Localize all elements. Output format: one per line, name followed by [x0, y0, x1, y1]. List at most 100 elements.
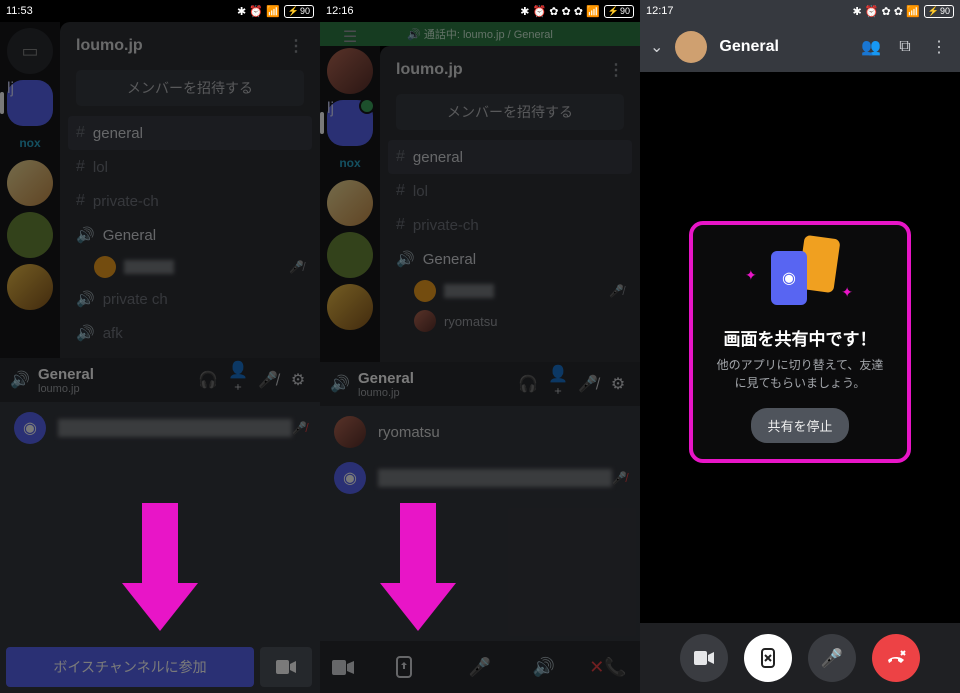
menu-icon[interactable]: ☰	[320, 22, 380, 52]
voice-server-name: loumo.jp	[358, 387, 414, 399]
channel-private[interactable]: #private-ch	[60, 184, 320, 218]
clock: 11:53	[6, 5, 33, 17]
member-row-ryomatsu[interactable]: ryomatsu	[334, 416, 626, 448]
bottom-bar: ボイスチャンネルに参加	[0, 641, 320, 693]
add-user-icon[interactable]: 👤⁺	[544, 364, 572, 404]
status-right: ✱ ⏰ 📶 ⚡90	[237, 5, 314, 18]
pip-icon[interactable]: ⧉	[894, 38, 916, 56]
members-icon[interactable]: 👥	[860, 37, 882, 57]
call-controls: 🎤	[640, 623, 960, 693]
server-avatar-1[interactable]	[327, 180, 373, 226]
channel-general[interactable]: #general	[68, 116, 312, 150]
channel-title: General	[719, 38, 848, 56]
status-bar: 11:53 ✱ ⏰ 📶 ⚡90	[0, 0, 320, 22]
avatar	[675, 31, 707, 63]
member-name: ryomatsu	[378, 424, 626, 441]
speaker-icon[interactable]: 🔊	[524, 657, 564, 678]
illustration: ◉ ✦ ✦	[755, 237, 845, 307]
voice-user-1[interactable]: 🎤̸	[380, 276, 640, 306]
server-avatar-3[interactable]	[327, 284, 373, 330]
user-avatar[interactable]	[327, 48, 373, 94]
annotation-arrow	[122, 503, 198, 631]
annotation-arrow	[380, 503, 456, 631]
camera-button[interactable]	[680, 634, 728, 682]
server-title-row[interactable]: loumo.jp ⋮	[380, 46, 640, 94]
clock: 12:16	[326, 5, 354, 17]
mute-icon: 🎤̸	[289, 260, 304, 274]
server-avatar-3[interactable]	[7, 264, 53, 310]
screenshare-button[interactable]	[744, 634, 792, 682]
status-bar: 12:16 ✱ ⏰ ✿ ✿ ✿ 📶 ⚡90	[320, 0, 640, 22]
join-voice-button[interactable]: ボイスチャンネルに参加	[6, 647, 254, 687]
hangup-button[interactable]	[872, 634, 920, 682]
status-right: ✱ ⏰ ✿ ✿ 📶 ⚡90	[852, 5, 954, 18]
status-bar: 12:17 ✱ ⏰ ✿ ✿ 📶 ⚡90	[640, 0, 960, 22]
add-user-icon[interactable]: 👤⁺	[224, 360, 252, 400]
server-selected[interactable]: lj	[7, 80, 53, 126]
voice-private[interactable]: 🔊private ch	[60, 282, 320, 316]
server-avatar-2[interactable]	[327, 232, 373, 278]
camera-icon[interactable]	[332, 660, 372, 675]
call-header: ⌄ General 👥 ⧉ ⋮	[640, 22, 960, 72]
member-name-blurred	[58, 419, 292, 437]
voice-general[interactable]: 🔊General	[60, 218, 320, 252]
discord-avatar-icon: ◉	[334, 462, 366, 494]
discord-avatar-icon: ◉	[14, 412, 46, 444]
channel-lol[interactable]: #lol	[380, 174, 640, 208]
camera-icon	[276, 660, 296, 674]
server-menu-icon[interactable]: ⋮	[288, 36, 304, 56]
server-selected[interactable]: lj	[327, 100, 373, 146]
screenshare-icon[interactable]	[396, 656, 436, 678]
channel-general[interactable]: #general	[388, 140, 632, 174]
hangup-icon[interactable]: ✕📞	[588, 657, 628, 678]
clock: 12:17	[646, 5, 674, 17]
channel-panel: loumo.jp ⋮ メンバーを招待する #general #lol #priv…	[60, 22, 320, 358]
battery: ⚡90	[924, 5, 954, 18]
server-nox[interactable]: nox	[327, 156, 373, 170]
settings-icon[interactable]: ⚙	[604, 374, 632, 394]
invite-button[interactable]: メンバーを招待する	[76, 70, 304, 106]
headphones-icon[interactable]: 🎧	[194, 370, 222, 390]
mute-icon[interactable]: 🎤̸	[254, 370, 282, 390]
member-name-blurred	[378, 469, 612, 487]
voice-user-1[interactable]: 🎤̸	[60, 252, 320, 282]
speaker-toggle-icon[interactable]: 🔊	[328, 374, 352, 394]
server-menu-icon[interactable]: ⋮	[608, 60, 624, 80]
server-avatar-2[interactable]	[7, 212, 53, 258]
speaker-toggle-icon[interactable]: 🔊	[8, 370, 32, 390]
microphone-button[interactable]: 🎤	[808, 634, 856, 682]
speaker-icon: 🔊	[396, 250, 415, 268]
settings-icon[interactable]: ⚙	[284, 370, 312, 390]
invite-button[interactable]: メンバーを招待する	[396, 94, 624, 130]
voice-footer: 🔊 General loumo.jp 🎧 👤⁺ 🎤̸ ⚙	[320, 362, 640, 406]
stop-sharing-button[interactable]: 共有を停止	[751, 408, 848, 443]
mic-muted-icon: 🎤̸	[292, 421, 306, 435]
battery: ⚡90	[284, 5, 314, 18]
mute-icon[interactable]: 🎤̸	[574, 374, 602, 394]
screenshot-1: 11:53 ✱ ⏰ 📶 ⚡90 ▭ lj nox loumo.jp ⋮ メンバー…	[0, 0, 320, 693]
voice-user-ryomatsu[interactable]: ryomatsu	[380, 306, 640, 336]
screenshot-3: 12:17 ✱ ⏰ ✿ ✿ 📶 ⚡90 ⌄ General 👥 ⧉ ⋮ ◉ ✦ …	[640, 0, 960, 693]
headphones-icon[interactable]: 🎧	[514, 374, 542, 394]
camera-button[interactable]	[260, 647, 312, 687]
speaker-icon: 🔊	[76, 324, 95, 342]
microphone-icon[interactable]: 🎤	[460, 657, 500, 678]
avatar	[334, 416, 366, 448]
dm-icon[interactable]: ▭	[7, 28, 53, 74]
mute-icon: 🎤̸	[609, 284, 624, 298]
channel-private[interactable]: #private-ch	[380, 208, 640, 242]
status-right: ✱ ⏰ ✿ ✿ ✿ 📶 ⚡90	[520, 5, 634, 18]
server-nox[interactable]: nox	[7, 136, 53, 150]
server-title-row[interactable]: loumo.jp ⋮	[60, 22, 320, 70]
menu-icon[interactable]: ⋮	[928, 37, 950, 57]
server-avatar-1[interactable]	[7, 160, 53, 206]
voice-channel-name: General	[358, 370, 414, 387]
voice-afk[interactable]: 🔊afk	[60, 316, 320, 350]
chevron-down-icon[interactable]: ⌄	[650, 37, 663, 57]
voice-general[interactable]: 🔊General	[380, 242, 640, 276]
member-row[interactable]: ◉ 🎤̸	[334, 462, 626, 494]
screenshot-2: 12:16 ✱ ⏰ ✿ ✿ ✿ 📶 ⚡90 🔊 通話中: loumo.jp / …	[320, 0, 640, 693]
channel-lol[interactable]: #lol	[60, 150, 320, 184]
member-row[interactable]: ◉ 🎤̸	[14, 412, 306, 444]
member-area: ryomatsu ◉ 🎤̸	[320, 406, 640, 641]
